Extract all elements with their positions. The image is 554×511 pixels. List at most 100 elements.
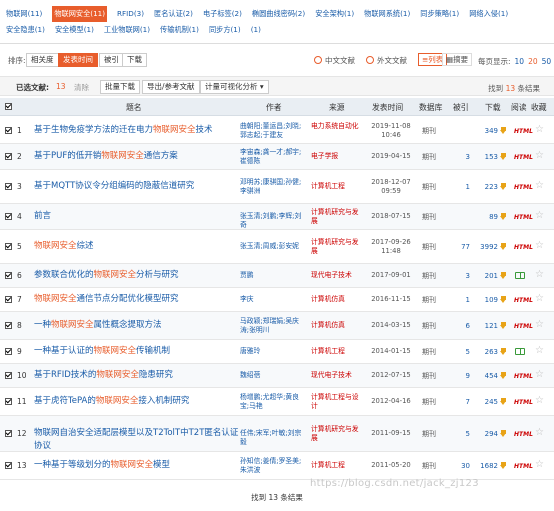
keyword-tag[interactable]: 网络入侵(1) [469, 6, 508, 22]
download-count[interactable]: 109 [478, 295, 498, 306]
source-link[interactable]: 计算机研究与发展 [311, 425, 365, 443]
cite-count[interactable]: 3 [452, 271, 470, 282]
col-date[interactable]: 发表时间 [372, 102, 403, 113]
source-link[interactable]: 电子学报 [311, 152, 365, 161]
row-checkbox[interactable] [5, 398, 12, 405]
html-read-icon[interactable]: HTML [514, 397, 533, 408]
article-title-link[interactable]: 基于RFID技术的物联网安全隐患研究 [34, 369, 246, 382]
download-count[interactable]: 245 [478, 397, 498, 408]
download-icon[interactable] [500, 272, 507, 279]
author-links[interactable]: 马政颖;郑瑞娟;吴庆涛;张明川 [240, 317, 304, 335]
keyword-tag[interactable]: 椭圆曲线密码(2) [252, 6, 305, 22]
source-link[interactable]: 计算机研究与发展 [311, 238, 365, 256]
row-checkbox[interactable] [5, 296, 12, 303]
cite-count[interactable]: 7 [452, 397, 470, 408]
html-read-icon[interactable]: HTML [514, 212, 533, 223]
author-links[interactable]: 曲朝阳;董运昌;刘晓;郭志起;于建友 [240, 122, 304, 140]
col-db[interactable]: 数据库 [419, 102, 442, 113]
html-read-icon[interactable]: HTML [514, 152, 533, 163]
sort-relevance-button[interactable]: 相关度 [26, 53, 59, 67]
favorite-star-icon[interactable]: ☆ [535, 294, 544, 304]
keyword-tag[interactable]: 物联网(11) [6, 6, 42, 22]
row-checkbox[interactable] [5, 153, 12, 160]
author-links[interactable]: 任伟;宋军;叶敏;刘宗毅 [240, 429, 304, 447]
clear-selection-link[interactable]: 清除 [74, 82, 89, 93]
keyword-tag[interactable]: 安全隐患(1) [6, 22, 45, 38]
download-icon[interactable] [500, 296, 507, 303]
author-links[interactable]: 唐雅玲 [240, 347, 304, 356]
row-checkbox[interactable] [5, 272, 12, 279]
article-title-link[interactable]: 基于PUF的低开销物联网安全通信方案 [34, 150, 246, 163]
author-links[interactable]: 张玉清;周威;彭安妮 [240, 242, 304, 251]
author-links[interactable]: 孙知信;姜倩;罗圣美;朱洪波 [240, 457, 304, 475]
author-links[interactable]: 杨增鹏;尤超华;黄良宝;马艳 [240, 393, 304, 411]
keyword-tag[interactable]: 电子标签(2) [203, 6, 242, 22]
source-link[interactable]: 计算机仿真 [311, 321, 365, 330]
html-read-icon[interactable]: HTML [514, 182, 533, 193]
author-links[interactable]: 李宙森;龚一才;郝宇;崔德陈 [240, 148, 304, 166]
download-count[interactable]: 3992 [478, 242, 498, 253]
source-link[interactable]: 计算机工程与设计 [311, 393, 365, 411]
col-download[interactable]: 下载 [485, 102, 501, 113]
article-title-link[interactable]: 物联网安全综述 [34, 240, 246, 253]
article-title-link[interactable]: 一种基于等级划分的物联网安全模型 [34, 459, 246, 472]
row-checkbox[interactable] [5, 322, 12, 329]
per-page-20[interactable]: 20 [528, 57, 538, 66]
source-link[interactable]: 计算机工程 [311, 182, 365, 191]
download-icon[interactable] [500, 372, 507, 379]
row-checkbox[interactable] [5, 372, 12, 379]
download-icon[interactable] [500, 462, 507, 469]
author-links[interactable]: 李庆 [240, 295, 304, 304]
html-read-icon[interactable]: HTML [514, 242, 533, 253]
row-checkbox[interactable] [5, 243, 12, 250]
export-references-button[interactable]: 导出/参考文献 [142, 80, 200, 94]
source-link[interactable]: 电力系统自动化 [311, 122, 365, 131]
sort-cite-button[interactable]: 被引 [99, 53, 124, 67]
author-links[interactable]: 贾鹏 [240, 271, 304, 280]
download-count[interactable]: 89 [478, 212, 498, 223]
html-read-icon[interactable]: HTML [514, 126, 533, 137]
html-read-icon[interactable]: HTML [514, 429, 533, 440]
col-author[interactable]: 作者 [266, 102, 282, 113]
download-icon[interactable] [500, 183, 507, 190]
source-link[interactable]: 计算机仿真 [311, 295, 365, 304]
favorite-star-icon[interactable]: ☆ [535, 320, 544, 330]
keyword-tag[interactable]: 物联网安全(11) [52, 6, 108, 22]
row-checkbox[interactable] [5, 183, 12, 190]
favorite-star-icon[interactable]: ☆ [535, 428, 544, 438]
article-title-link[interactable]: 物联网自治安全适配层模型以及T2TolT中T2T匿名认证协议 [34, 427, 246, 453]
article-title-link[interactable]: 前言 [34, 210, 246, 223]
download-icon[interactable] [500, 398, 507, 405]
download-count[interactable]: 121 [478, 321, 498, 332]
html-read-icon[interactable]: HTML [514, 321, 533, 332]
batch-download-button[interactable]: 批量下载 [100, 80, 140, 94]
row-checkbox[interactable] [5, 127, 12, 134]
download-count[interactable]: 153 [478, 152, 498, 163]
html-read-icon[interactable]: HTML [514, 461, 533, 472]
chinese-docs-toggle[interactable]: 中文文献 [314, 55, 355, 66]
article-title-link[interactable]: 基于生物免疫学方法的迁在电力物联网安全技术 [34, 124, 246, 137]
sort-date-button[interactable]: 发表时间 [58, 53, 98, 67]
row-checkbox[interactable] [5, 348, 12, 355]
row-checkbox[interactable] [5, 430, 12, 437]
download-count[interactable]: 223 [478, 182, 498, 193]
download-count[interactable]: 1682 [478, 461, 498, 472]
read-book-icon[interactable] [515, 348, 525, 355]
article-title-link[interactable]: 一种物联网安全属性概念提取方法 [34, 319, 246, 332]
cite-count[interactable]: 9 [452, 371, 470, 382]
keyword-tag[interactable]: 工业物联网(1) [104, 22, 150, 38]
favorite-star-icon[interactable]: ☆ [535, 396, 544, 406]
sort-download-button[interactable]: 下载 [122, 53, 147, 67]
favorite-star-icon[interactable]: ☆ [535, 211, 544, 221]
article-title-link[interactable]: 物联网安全通信节点分配优化模型研究 [34, 293, 246, 306]
source-link[interactable]: 现代电子技术 [311, 271, 365, 280]
html-read-icon[interactable]: HTML [514, 371, 533, 382]
favorite-star-icon[interactable]: ☆ [535, 370, 544, 380]
cite-count[interactable]: 1 [452, 182, 470, 193]
keyword-tag[interactable]: 同步策略(1) [420, 6, 459, 22]
keyword-tag[interactable]: 同步方(1) [209, 22, 241, 38]
download-count[interactable]: 294 [478, 429, 498, 440]
cite-count[interactable]: 5 [452, 429, 470, 440]
cite-count[interactable]: 30 [452, 461, 470, 472]
col-cite[interactable]: 被引 [453, 102, 469, 113]
